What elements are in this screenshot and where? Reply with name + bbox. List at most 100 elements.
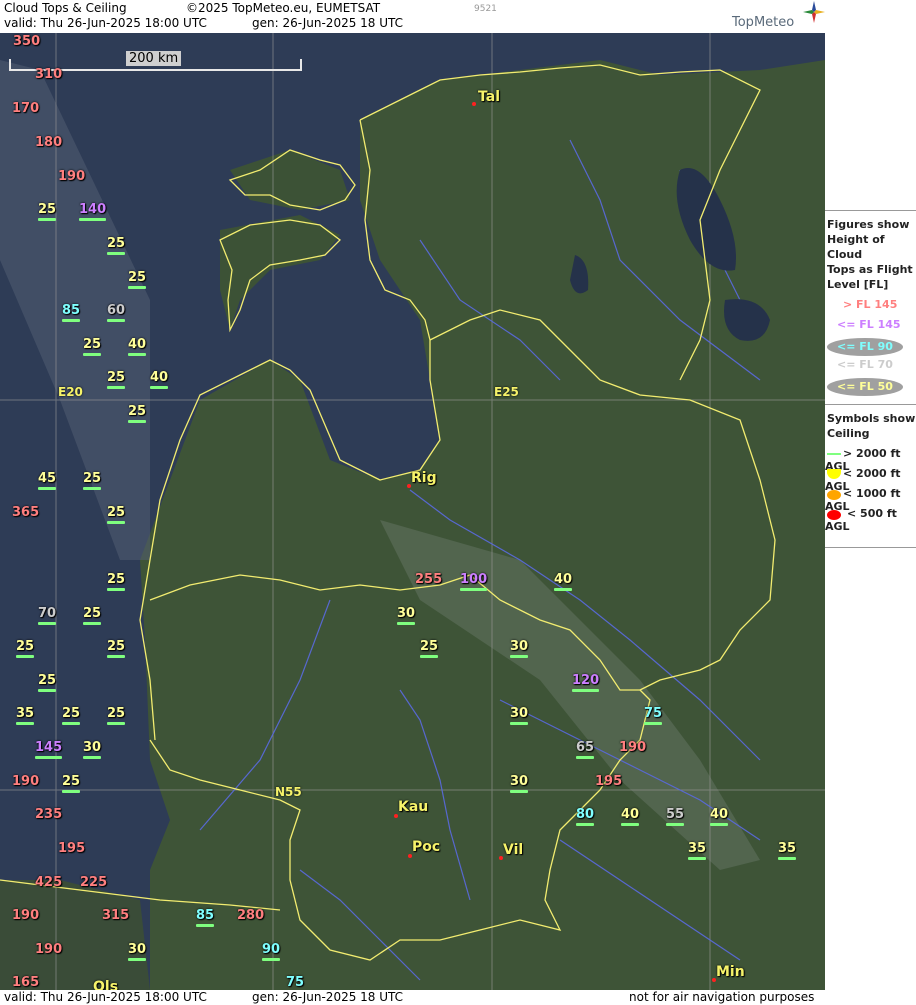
city-riga: Rig (407, 470, 437, 488)
cloud-top-label: 25 (107, 371, 126, 389)
ceiling-indicator-icon (128, 286, 147, 289)
product-title: Cloud Tops & Ceiling (4, 1, 127, 15)
cloud-top-label: 190 (12, 774, 40, 789)
cloud-top-label: 25 (62, 775, 81, 793)
legend-symbols-line1: Symbols show (827, 412, 916, 425)
cloud-top-label: 25 (38, 674, 57, 692)
cloud-top-label: 145 (35, 741, 63, 759)
ceiling-indicator-icon (107, 722, 126, 725)
city-marker-icon (408, 854, 412, 858)
ceiling-indicator-icon (38, 689, 57, 692)
cloud-top-label: 45 (38, 472, 57, 490)
ceiling-symbol-icon (827, 453, 841, 455)
cloud-top-label: 365 (12, 505, 40, 520)
ceiling-indicator-icon (576, 823, 595, 826)
cloud-top-label: 25 (62, 707, 81, 725)
city-vilnius: Vil (499, 842, 523, 860)
ceiling-indicator-icon (196, 924, 215, 927)
ceiling-indicator-icon (554, 588, 573, 591)
cloud-top-label: 310 (35, 67, 63, 82)
ceiling-indicator-icon (710, 823, 729, 826)
cloud-top-label: 35 (16, 707, 35, 725)
city-tallinn: Tal (472, 89, 500, 106)
ceiling-indicator-icon (128, 958, 147, 961)
cloud-top-label: 30 (510, 707, 529, 725)
cloud-top-label: 35 (778, 842, 797, 860)
ceiling-symbol-icon (827, 490, 841, 500)
brand-name: TopMeteo (732, 15, 795, 30)
cloud-top-label: 25 (107, 707, 126, 725)
cloud-top-label: 25 (83, 338, 102, 356)
cloud-top-label: 40 (150, 371, 169, 389)
cloud-top-label: 30 (128, 943, 147, 961)
cloud-top-label: 120 (572, 674, 600, 692)
cloud-top-label: 140 (79, 203, 107, 221)
ceiling-indicator-icon (397, 622, 416, 625)
ceiling-indicator-icon (621, 823, 640, 826)
legend-symbols-line2: Ceiling (827, 427, 870, 440)
ceiling-indicator-icon (107, 521, 126, 524)
city-marker-icon (394, 814, 398, 818)
ceiling-indicator-icon (62, 319, 81, 322)
grid-label-e25: E25 (494, 385, 519, 399)
cloud-top-label: 60 (107, 304, 126, 322)
legend-ceiling-lt1000: < 1000 ft AGL (825, 487, 901, 513)
ceiling-indicator-icon (107, 252, 126, 255)
cloud-top-label: 170 (12, 101, 40, 116)
ceiling-indicator-icon (576, 756, 595, 759)
grid-label-e20: E20 (58, 385, 83, 399)
ceiling-indicator-icon (572, 689, 600, 692)
cloud-top-label: 55 (666, 808, 685, 826)
cloud-top-label: 30 (510, 640, 529, 658)
ceiling-indicator-icon (62, 790, 81, 793)
cloud-top-label: 90 (262, 943, 281, 961)
legend-ceiling-lt2000: < 2000 ft AGL (825, 467, 901, 493)
cloud-top-label: 350 (13, 34, 41, 49)
legend-row-le145: <= FL 145 (837, 318, 901, 331)
ceiling-symbol-icon (827, 469, 841, 479)
ceiling-indicator-icon (128, 353, 147, 356)
ceiling-indicator-icon (107, 319, 126, 322)
ceiling-indicator-icon (644, 722, 663, 725)
cloud-top-label: 25 (83, 472, 102, 490)
ceiling-indicator-icon (38, 622, 57, 625)
cloud-top-label: 255 (415, 572, 443, 587)
cloud-top-label: 25 (38, 203, 57, 221)
generation-time: gen: 26-Jun-2025 18 UTC (252, 16, 404, 30)
cloud-top-label: 30 (397, 607, 416, 625)
cloud-top-label: 280 (237, 908, 265, 923)
ceiling-indicator-icon (38, 218, 57, 221)
legend-row-gt145: > FL 145 (843, 298, 898, 311)
cloud-top-label: 190 (58, 169, 86, 184)
city-poc: Poc (408, 839, 440, 858)
ceiling-indicator-icon (16, 722, 35, 725)
cloud-top-label: 85 (196, 909, 215, 927)
legend-row-le50: <= FL 50 (825, 378, 916, 398)
ceiling-indicator-icon (262, 958, 281, 961)
cloud-top-label: 190 (12, 908, 40, 923)
legend-title-line3: Tops as Flight (827, 263, 913, 276)
cloud-top-label: 70 (38, 607, 57, 625)
city-minsk: Min (712, 964, 745, 982)
cloud-top-label: 180 (35, 135, 63, 150)
cloud-top-label: 25 (420, 640, 439, 658)
compass-logo-icon (803, 1, 825, 23)
ceiling-indicator-icon (107, 588, 126, 591)
ceiling-indicator-icon (688, 857, 707, 860)
cloud-top-label: 225 (80, 875, 108, 890)
cloud-top-label: 75 (286, 976, 304, 990)
image-code: 9521 (474, 4, 497, 14)
valid-time: valid: Thu 26-Jun-2025 18:00 UTC (4, 16, 207, 30)
ceiling-indicator-icon (510, 722, 529, 725)
ceiling-indicator-icon (128, 420, 147, 423)
city-marker-icon (712, 978, 716, 982)
cloud-top-label: 100 (460, 573, 488, 591)
cloud-top-label: 40 (621, 808, 640, 826)
legend-row-le70: <= FL 70 (837, 358, 893, 371)
footer-generation-time: gen: 26-Jun-2025 18 UTC (252, 990, 404, 1004)
ceiling-indicator-icon (778, 857, 797, 860)
ceiling-indicator-icon (83, 756, 102, 759)
ceiling-indicator-icon (420, 655, 439, 658)
ceiling-indicator-icon (79, 218, 107, 221)
ceiling-indicator-icon (16, 655, 35, 658)
